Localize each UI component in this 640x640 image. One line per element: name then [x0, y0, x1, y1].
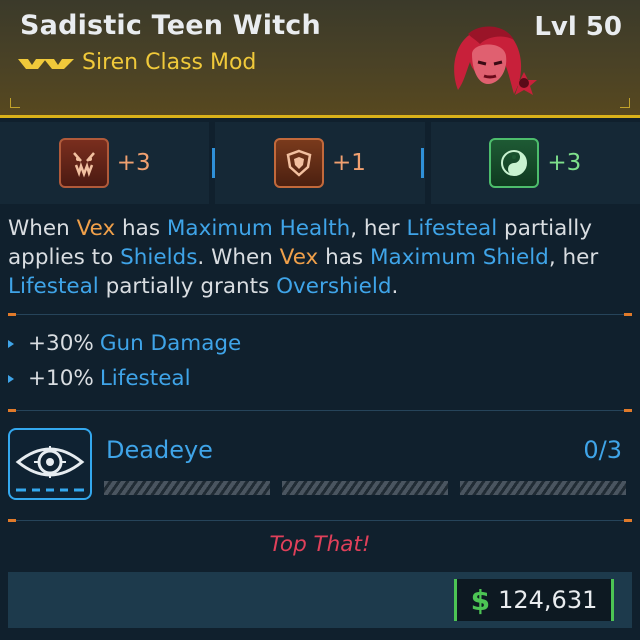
dollar-icon: $: [470, 583, 491, 617]
bonus-divider: [421, 148, 424, 178]
bonus-value: +1: [332, 150, 366, 176]
divider-tick: [8, 409, 16, 412]
divider-tick: [624, 409, 632, 412]
item-header: Sadistic Teen Witch Siren Class Mod Lvl …: [0, 0, 640, 118]
yin-yang-gun-icon: [489, 138, 540, 188]
stat-line: +10% Lifesteal: [8, 366, 191, 391]
keyword-vex[interactable]: Vex: [77, 216, 116, 241]
keyword-maximum-shield[interactable]: Maximum Shield: [370, 245, 549, 270]
bonus-shield[interactable]: +1: [215, 122, 425, 204]
header-corner-left: [10, 98, 20, 108]
skill-bonus-row: +3 +1 +3: [0, 122, 640, 204]
desc-text: , her: [548, 245, 599, 270]
eye-target-icon: [15, 446, 85, 492]
bonus-divider: [212, 148, 215, 178]
stat-name[interactable]: Gun Damage: [100, 331, 241, 356]
keyword-shields[interactable]: Shields: [120, 245, 197, 270]
desc-text: partially grants: [98, 274, 277, 299]
stat-line: +30% Gun Damage: [8, 331, 241, 356]
skill-name: Deadeye: [106, 436, 213, 464]
shield-emblem-icon: [274, 138, 325, 188]
item-card: Sadistic Teen Witch Siren Class Mod Lvl …: [0, 0, 640, 640]
desc-text: has: [318, 245, 370, 270]
divider-tick: [624, 519, 632, 522]
rank-pip: [282, 481, 448, 495]
bonus-value: +3: [547, 150, 582, 176]
skill-slot[interactable]: [8, 428, 92, 500]
price-value: 124,631: [498, 586, 598, 614]
bullet-arrow-icon: [8, 339, 14, 348]
desc-text: has: [115, 216, 167, 241]
divider-tick: [8, 313, 16, 316]
stat-name[interactable]: Lifesteal: [100, 366, 191, 391]
desc-text: .: [391, 274, 399, 299]
flavor-text: Top That!: [269, 532, 371, 557]
keyword-vex[interactable]: Vex: [280, 245, 319, 270]
stat-value: +30%: [28, 331, 94, 356]
divider-tick: [624, 313, 632, 316]
item-name: Sadistic Teen Witch: [20, 10, 321, 41]
divider-tick: [8, 519, 16, 522]
bonus-yin-yang[interactable]: +3: [430, 122, 640, 204]
stat-value: +10%: [28, 366, 94, 391]
desc-text: When: [8, 216, 77, 241]
bonus-fangs[interactable]: +3: [0, 122, 210, 204]
header-corner-right: [620, 98, 630, 108]
rarity-chevrons-icon: [18, 58, 74, 69]
divider: [8, 520, 628, 521]
bullet-arrow-icon: [8, 374, 14, 383]
item-description: When Vex has Maximum Health, her Lifeste…: [8, 214, 628, 301]
skill-rank: 0/3: [583, 436, 622, 464]
class-row: Siren Class Mod: [18, 50, 256, 75]
price-box: $ 124,631: [454, 579, 614, 621]
divider: [8, 410, 628, 411]
rank-pip: [460, 481, 626, 495]
desc-text: . When: [197, 245, 280, 270]
keyword-lifesteal[interactable]: Lifesteal: [8, 274, 99, 299]
keyword-overshield[interactable]: Overshield: [276, 274, 391, 299]
bonus-value: +3: [116, 150, 151, 176]
keyword-maximum-health[interactable]: Maximum Health: [167, 216, 350, 241]
siren-portrait-icon: [454, 26, 537, 95]
rank-pip: [104, 481, 270, 495]
class-label: Siren Class Mod: [82, 50, 257, 75]
desc-text: , her: [350, 216, 407, 241]
fangs-icon: [58, 138, 109, 188]
keyword-lifesteal[interactable]: Lifesteal: [406, 216, 497, 241]
divider: [8, 314, 628, 315]
